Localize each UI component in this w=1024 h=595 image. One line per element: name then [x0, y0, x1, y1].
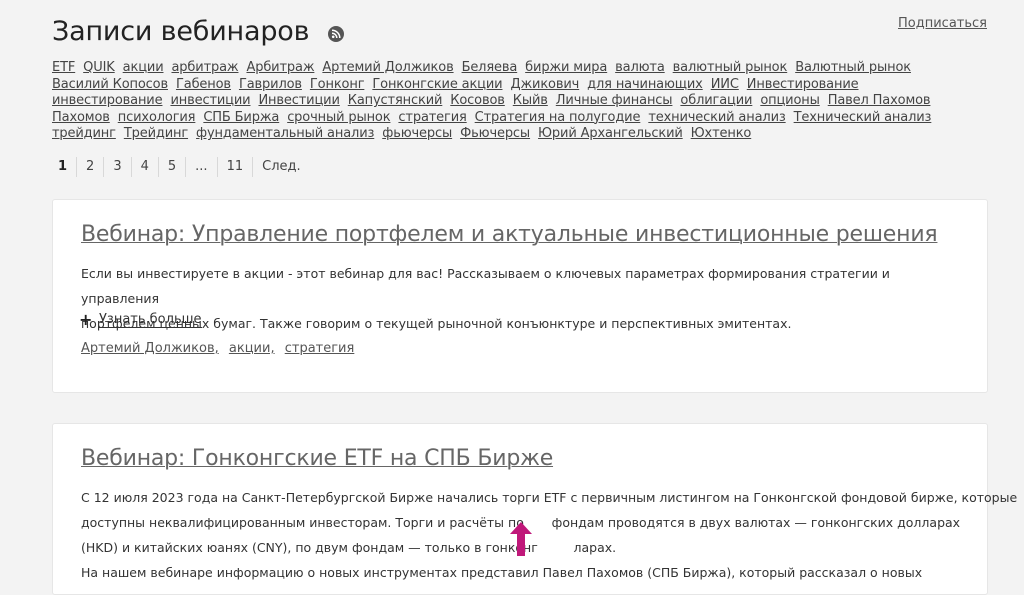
webinar-description: Если вы инвестируете в акции - этот веби…: [81, 261, 961, 336]
tag-link[interactable]: Артемий Должиков,: [81, 341, 219, 356]
tag-link[interactable]: Капустянский: [348, 93, 443, 108]
tag-link[interactable]: Юхтенко: [691, 126, 752, 141]
page-link[interactable]: 5: [157, 157, 185, 177]
tag-link[interactable]: Гаврилов: [239, 77, 302, 92]
tag-link[interactable]: арбитраж: [171, 60, 238, 75]
tag-link[interactable]: Пахомов: [52, 110, 110, 125]
description-line: На нашем вебинаре информацию о новых инс…: [81, 565, 923, 580]
tag-link[interactable]: Трейдинг: [124, 126, 188, 141]
tag-link[interactable]: валюта: [615, 60, 665, 75]
tag-link[interactable]: Инвестиции: [258, 93, 339, 108]
description-line: Если вы инвестируете в акции - этот веби…: [81, 266, 890, 306]
tag-link[interactable]: акции: [123, 60, 164, 75]
scroll-to-top-arrow-icon[interactable]: [510, 522, 532, 556]
tag-link[interactable]: Кыйв: [513, 93, 548, 108]
tag-link[interactable]: Фьючерсы: [460, 126, 530, 141]
tag-link[interactable]: срочный рынок: [287, 110, 390, 125]
tag-link[interactable]: СПБ Биржа: [203, 110, 279, 125]
rss-icon[interactable]: [328, 26, 344, 42]
page-link[interactable]: 3: [103, 157, 130, 177]
tag-link[interactable]: Василий Копосов: [52, 77, 168, 92]
tag-link[interactable]: QUIK: [83, 60, 115, 75]
tag-link[interactable]: Технический анализ: [794, 110, 932, 125]
description-line: портфелем ценных бумаг. Также говорим о …: [81, 316, 792, 331]
tag-link[interactable]: Валютный рынок: [795, 60, 911, 75]
tag-link[interactable]: Гонконг: [310, 77, 365, 92]
next-page-link[interactable]: След.: [252, 157, 310, 177]
tag-link[interactable]: Инвестирование: [747, 77, 859, 92]
tag-link[interactable]: стратегия: [398, 110, 466, 125]
tag-link[interactable]: фундаментальный анализ: [196, 126, 374, 141]
tag-link[interactable]: для начинающих: [587, 77, 703, 92]
tag-cloud: ETF QUIK акции арбитраж Арбитраж Артемий…: [52, 60, 972, 143]
tag-link[interactable]: облигации: [680, 93, 752, 108]
tag-link[interactable]: инвестирование: [52, 93, 163, 108]
tag-link[interactable]: Личные финансы: [556, 93, 673, 108]
tag-link[interactable]: Джикович: [510, 77, 579, 92]
tag-link[interactable]: ИИС: [711, 77, 739, 92]
tag-link[interactable]: Гонконгские акции: [372, 77, 502, 92]
tag-link[interactable]: опционы: [760, 93, 820, 108]
tag-link[interactable]: биржи мира: [525, 60, 607, 75]
webinar-tags: Артемий Должиков, акции, стратегия: [81, 341, 360, 356]
page-link[interactable]: 1: [52, 157, 76, 177]
tag-link[interactable]: Косовов: [450, 93, 505, 108]
plus-icon: +: [79, 310, 93, 329]
page-title: Записи вебинаров: [52, 16, 310, 47]
tag-link[interactable]: ETF: [52, 60, 75, 75]
tag-link[interactable]: технический анализ: [648, 110, 785, 125]
learn-more-toggle[interactable]: + Узнать больше: [79, 310, 202, 329]
description-line: С 12 июля 2023 года на Санкт-Петербургск…: [81, 490, 1018, 505]
tag-link[interactable]: валютный рынок: [673, 60, 788, 75]
pagination: 1 2 3 4 5... 11 След.: [52, 157, 310, 177]
tag-link[interactable]: Артемий Должиков: [322, 60, 453, 75]
tag-link[interactable]: стратегия: [285, 341, 355, 356]
tag-link[interactable]: Стратегия на полугодие: [475, 110, 641, 125]
tag-link[interactable]: Юрий Архангельский: [538, 126, 683, 141]
page-link[interactable]: 2: [76, 157, 103, 177]
learn-more-label: Узнать больше: [99, 311, 202, 328]
page-link[interactable]: 4: [130, 157, 158, 177]
webinar-card: Вебинар: Управление портфелем и актуальн…: [52, 199, 988, 393]
tag-link[interactable]: акции,: [229, 341, 275, 356]
tag-link[interactable]: Павел Пахомов: [828, 93, 931, 108]
webinar-card: Вебинар: Гонконгские ETF на СПБ Бирже С …: [52, 423, 1018, 595]
tag-link[interactable]: психология: [118, 110, 196, 125]
page-link: ...: [185, 157, 216, 177]
tag-link[interactable]: Беляева: [462, 60, 518, 75]
tag-link[interactable]: инвестиции: [170, 93, 250, 108]
subscribe-link[interactable]: Подписаться: [898, 16, 987, 31]
tag-link[interactable]: Арбитраж: [246, 60, 314, 75]
tag-link[interactable]: трейдинг: [52, 126, 116, 141]
tag-link[interactable]: фьючерсы: [382, 126, 452, 141]
webinar-title-link[interactable]: Вебинар: Управление портфелем и актуальн…: [81, 222, 938, 247]
webinar-title-link[interactable]: Вебинар: Гонконгские ETF на СПБ Бирже: [81, 446, 553, 471]
page-link[interactable]: 11: [216, 157, 253, 177]
tag-link[interactable]: Габенов: [176, 77, 231, 92]
